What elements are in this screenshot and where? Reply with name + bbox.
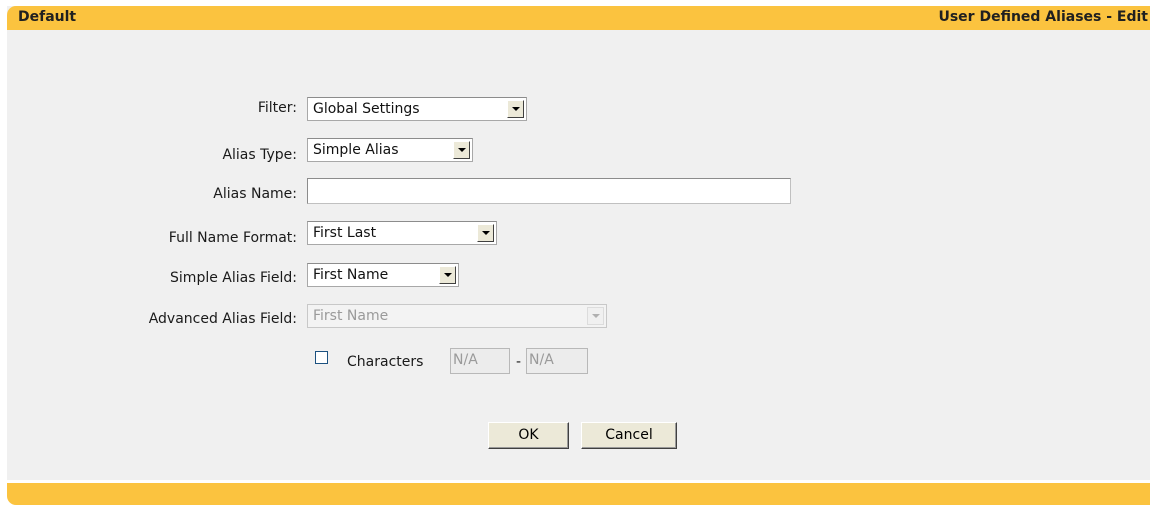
- filter-select-value: Global Settings: [313, 101, 420, 117]
- alias-type-select-value: Simple Alias: [313, 142, 399, 158]
- chevron-down-icon[interactable]: [439, 266, 456, 284]
- alias-name-label: Alias Name:: [213, 186, 297, 202]
- full-name-format-select[interactable]: First Last: [307, 221, 497, 245]
- ok-button[interactable]: OK: [488, 422, 569, 449]
- characters-range-separator: -: [516, 354, 522, 370]
- chevron-down-icon[interactable]: [477, 224, 494, 242]
- advanced-alias-field-select[interactable]: First Name: [307, 304, 607, 328]
- panel-scope-title: Default: [18, 9, 77, 25]
- alias-name-input[interactable]: [307, 178, 791, 204]
- header-bar: Default User Defined Aliases - Edit: [7, 6, 1150, 30]
- filter-label: Filter:: [257, 100, 297, 116]
- edit-panel: Default User Defined Aliases - Edit Filt…: [7, 6, 1150, 505]
- characters-from-input[interactable]: N/A: [450, 348, 510, 374]
- chevron-down-icon[interactable]: [507, 100, 524, 118]
- chevron-down-icon[interactable]: [453, 141, 470, 159]
- chevron-down-icon[interactable]: [587, 307, 604, 325]
- footer-bar: [7, 483, 1150, 505]
- cancel-button[interactable]: Cancel: [581, 422, 677, 449]
- advanced-alias-field-select-value: First Name: [313, 308, 389, 324]
- characters-checkbox[interactable]: [315, 351, 328, 364]
- page-title: User Defined Aliases - Edit: [938, 9, 1148, 25]
- characters-to-input[interactable]: N/A: [526, 348, 588, 374]
- simple-alias-field-select[interactable]: First Name: [307, 263, 459, 287]
- filter-select[interactable]: Global Settings: [307, 97, 527, 121]
- full-name-format-label: Full Name Format:: [168, 230, 297, 246]
- simple-alias-field-label: Simple Alias Field:: [170, 270, 297, 286]
- full-name-format-select-value: First Last: [313, 225, 377, 241]
- advanced-alias-field-label: Advanced Alias Field:: [148, 311, 297, 327]
- characters-label: Characters: [347, 354, 424, 370]
- alias-type-select[interactable]: Simple Alias: [307, 138, 473, 162]
- alias-type-label: Alias Type:: [222, 147, 297, 163]
- simple-alias-field-select-value: First Name: [313, 267, 389, 283]
